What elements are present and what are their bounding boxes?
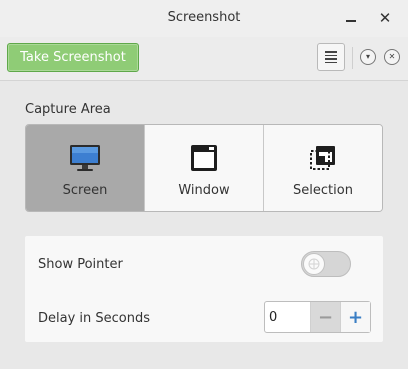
monitor-icon bbox=[69, 143, 101, 173]
minimize-icon bbox=[346, 20, 356, 22]
capture-area-label: Capture Area bbox=[25, 102, 111, 117]
knob-grip-icon bbox=[308, 258, 320, 270]
window-icon bbox=[188, 143, 220, 173]
menu-icon-line bbox=[325, 58, 337, 60]
close-icon: ✕ bbox=[378, 8, 392, 27]
menu-icon-line bbox=[325, 61, 337, 63]
capture-option-label: Screen bbox=[62, 183, 108, 198]
menu-icon-line bbox=[325, 51, 337, 53]
menu-button[interactable] bbox=[317, 43, 345, 71]
delay-input[interactable]: 0 bbox=[265, 302, 310, 332]
capture-option-window[interactable]: Window bbox=[145, 125, 264, 211]
capture-option-label: Window bbox=[178, 183, 230, 198]
capture-option-selection[interactable]: Selection bbox=[264, 125, 382, 211]
close-button[interactable]: ✕ bbox=[371, 5, 399, 31]
menu-icon-line bbox=[325, 54, 337, 56]
minimize-button[interactable] bbox=[337, 5, 365, 31]
increment-button[interactable]: + bbox=[340, 302, 370, 332]
capture-option-label: Selection bbox=[293, 183, 353, 198]
delay-label: Delay in Seconds bbox=[38, 311, 151, 326]
dismiss-button[interactable]: ✕ bbox=[384, 49, 400, 65]
collapse-button[interactable]: ▾ bbox=[360, 49, 376, 65]
delay-spinner: 0 − + bbox=[264, 301, 371, 333]
show-pointer-label: Show Pointer bbox=[38, 257, 123, 272]
selection-icon bbox=[307, 143, 339, 173]
take-screenshot-button[interactable]: Take Screenshot bbox=[7, 43, 139, 72]
title-bar: Screenshot ✕ bbox=[0, 0, 408, 37]
plus-icon: + bbox=[347, 306, 364, 328]
decrement-button[interactable]: − bbox=[310, 302, 340, 332]
capture-area-selector: Screen Window Selection bbox=[25, 124, 383, 212]
capture-option-screen[interactable]: Screen bbox=[26, 125, 145, 211]
show-pointer-toggle[interactable] bbox=[301, 251, 351, 277]
options-panel: Show Pointer Delay in Seconds 0 − + bbox=[25, 236, 383, 342]
header-bar: Take Screenshot ▾ ✕ bbox=[0, 37, 408, 81]
separator bbox=[352, 47, 353, 69]
minus-icon: − bbox=[317, 306, 334, 328]
close-circle-icon: ✕ bbox=[388, 52, 396, 61]
chevron-down-icon: ▾ bbox=[365, 52, 370, 61]
toggle-knob bbox=[303, 253, 325, 275]
